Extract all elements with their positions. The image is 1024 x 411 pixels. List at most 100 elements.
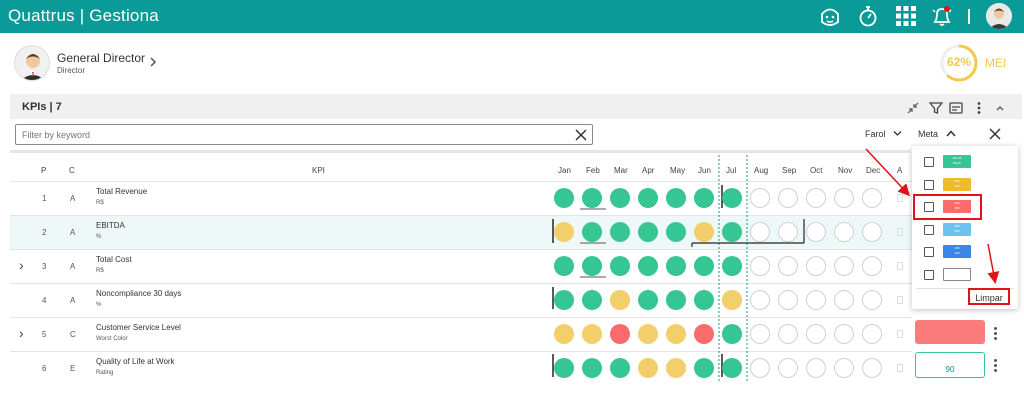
status-dot[interactable] (834, 324, 854, 344)
status-dot[interactable] (778, 290, 798, 310)
status-dot[interactable] (834, 290, 854, 310)
expand-row-icon[interactable]: › (19, 325, 24, 341)
status-dot[interactable] (554, 358, 574, 378)
trash-icon[interactable] (897, 296, 903, 304)
trash-icon[interactable] (897, 194, 903, 202)
status-dot[interactable] (862, 256, 882, 276)
col-header-month[interactable]: Jan (558, 166, 571, 175)
meta-option[interactable]: 180 180 (912, 242, 1018, 262)
status-dot[interactable] (694, 290, 714, 310)
status-dot[interactable] (778, 324, 798, 344)
meta-option-checkbox[interactable] (924, 157, 934, 167)
status-dot[interactable] (750, 222, 770, 242)
col-header-c[interactable]: C (69, 166, 75, 175)
status-dot[interactable] (610, 256, 630, 276)
status-dot[interactable] (778, 358, 798, 378)
meta-option[interactable]: 110,00 85,00 (912, 152, 1018, 172)
status-dot[interactable] (694, 222, 714, 242)
row5-more-icon[interactable] (994, 325, 1000, 342)
filter-input[interactable] (22, 128, 562, 141)
chevron-up-icon[interactable] (993, 101, 1007, 115)
status-dot[interactable] (778, 188, 798, 208)
status-dot[interactable] (610, 290, 630, 310)
chevron-right-icon[interactable] (149, 56, 157, 68)
status-dot[interactable] (778, 222, 798, 242)
profile-name[interactable]: General Director (57, 51, 145, 65)
status-dot[interactable] (834, 358, 854, 378)
status-dot[interactable] (694, 256, 714, 276)
meta-option-checkbox[interactable] (924, 224, 934, 235)
status-dot[interactable] (862, 324, 882, 344)
status-dot[interactable] (862, 188, 882, 208)
status-dot[interactable] (610, 358, 630, 378)
status-dot[interactable] (582, 324, 602, 344)
user-avatar-icon[interactable] (986, 3, 1012, 29)
status-dot[interactable] (582, 358, 602, 378)
status-dot[interactable] (554, 290, 574, 310)
filter-field[interactable] (15, 124, 593, 145)
status-dot[interactable] (666, 256, 686, 276)
trash-icon[interactable] (897, 364, 903, 372)
meta-option-checkbox[interactable] (924, 247, 934, 257)
col-header-month[interactable]: Oct (810, 166, 822, 175)
status-dot[interactable] (666, 358, 686, 378)
kpi-name[interactable]: Total Cost (96, 255, 132, 264)
col-header-kpi[interactable]: KPI (312, 166, 325, 175)
status-dot[interactable] (722, 256, 742, 276)
status-dot[interactable] (582, 188, 602, 208)
col-header-month[interactable]: Dec (866, 166, 880, 175)
meta-option-checkbox[interactable] (924, 269, 934, 280)
row6-more-icon[interactable] (994, 357, 1000, 374)
clear-button[interactable]: Limpar (968, 288, 1010, 305)
status-dot[interactable] (750, 358, 770, 378)
status-dot[interactable] (554, 256, 574, 276)
row5-meta-value[interactable] (915, 320, 985, 344)
status-dot[interactable] (582, 222, 602, 242)
status-dot[interactable] (722, 324, 742, 344)
support-face-icon[interactable] (818, 4, 842, 28)
meta-option[interactable]: 180 300 (912, 220, 1018, 240)
status-dot[interactable] (638, 290, 658, 310)
farol-dropdown[interactable]: Farol (865, 129, 902, 139)
status-dot[interactable] (666, 222, 686, 242)
status-dot[interactable] (554, 324, 574, 344)
col-header-a[interactable]: A (897, 166, 902, 175)
card-view-icon[interactable] (949, 101, 963, 115)
col-header-month[interactable]: Apr (642, 166, 654, 175)
kpi-name[interactable]: Total Revenue (96, 187, 147, 196)
col-header-month[interactable]: Aug (754, 166, 768, 175)
status-dot[interactable] (554, 188, 574, 208)
table-row[interactable] (10, 249, 912, 283)
status-dot[interactable] (666, 188, 686, 208)
status-dot[interactable] (638, 188, 658, 208)
status-dot[interactable] (750, 290, 770, 310)
expand-row-icon[interactable]: › (19, 257, 24, 273)
meta-dropdown[interactable]: Meta (918, 129, 956, 139)
status-dot[interactable] (834, 256, 854, 276)
col-header-month[interactable]: May (670, 166, 685, 175)
meta-option[interactable] (912, 265, 1018, 285)
status-dot[interactable] (806, 222, 826, 242)
progress-mode[interactable]: MEI (985, 56, 1006, 70)
status-dot[interactable] (554, 222, 574, 242)
status-dot[interactable] (750, 256, 770, 276)
status-dot[interactable] (582, 256, 602, 276)
status-dot[interactable] (862, 358, 882, 378)
profile-avatar[interactable] (14, 45, 50, 81)
status-dot[interactable] (638, 222, 658, 242)
status-dot[interactable] (778, 256, 798, 276)
status-dot[interactable] (806, 256, 826, 276)
more-vertical-icon[interactable] (972, 101, 986, 115)
kpi-name[interactable]: Customer Service Level (96, 323, 181, 332)
collapse-arrows-icon[interactable] (906, 101, 920, 115)
trash-icon[interactable] (897, 262, 903, 270)
status-dot[interactable] (862, 222, 882, 242)
status-dot[interactable] (722, 290, 742, 310)
row6-meta-value[interactable]: 90 (915, 352, 985, 378)
status-dot[interactable] (610, 222, 630, 242)
bell-alert-icon[interactable] (930, 4, 954, 28)
status-dot[interactable] (666, 290, 686, 310)
col-header-month[interactable]: Mar (614, 166, 628, 175)
col-header-month[interactable]: Feb (586, 166, 600, 175)
status-dot[interactable] (666, 324, 686, 344)
